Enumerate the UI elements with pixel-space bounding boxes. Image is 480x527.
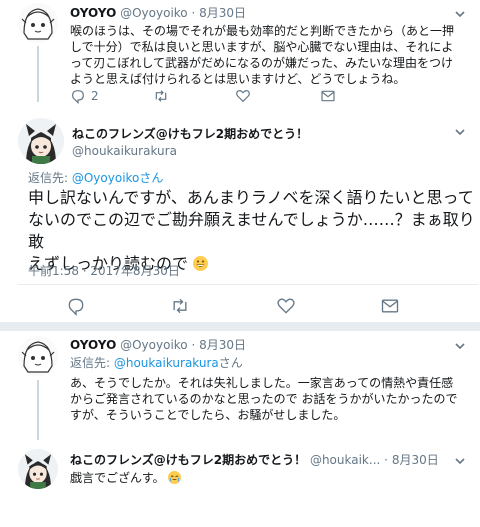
- separator-dot: ·: [191, 6, 196, 20]
- tweet2-handle-row: @houkaikurakura: [72, 143, 177, 159]
- reply-to-label: 返信先:: [70, 356, 114, 370]
- tweet1-header: OYOYO @Oyoyoiko · 8月30日: [70, 5, 246, 21]
- tweet-timestamp[interactable]: 午前1:58 · 2017年8月30日: [28, 263, 180, 279]
- mail-icon: [321, 90, 335, 102]
- tweet1-text: 喉のほうは、その場でそれが最も効率的だと判断できたから（あと一押 しで十分）で私…: [70, 24, 455, 86]
- reply-icon: [68, 298, 84, 316]
- reply-count: 2: [91, 89, 99, 103]
- author-name[interactable]: OYOYO: [70, 6, 116, 20]
- reply-context: 返信先: @houkaikurakuraさん: [70, 356, 243, 370]
- reply-to-label: 返信先:: [28, 171, 72, 185]
- tweet2-header: ねこのフレンズ@けもフレ2期おめでとう！: [72, 126, 308, 142]
- avatar-nekono-friends[interactable]: [18, 449, 58, 489]
- caret-down-icon[interactable]: [452, 338, 468, 354]
- like-button[interactable]: [276, 296, 296, 316]
- retweet-icon: [155, 90, 167, 102]
- author-handle[interactable]: @houkaik...: [310, 453, 380, 467]
- avatar-oyoyo[interactable]: [18, 336, 58, 376]
- tweet4-header: ねこのフレンズ@けもフレ2期おめでとう！ @houkaik... · 8月30日: [70, 452, 439, 468]
- separator-dot: ·: [191, 338, 196, 352]
- author-name[interactable]: OYOYO: [70, 338, 116, 352]
- retweet-button[interactable]: [153, 88, 169, 104]
- reply-context: 返信先: @Oyoyoikoさん: [28, 170, 163, 186]
- caret-down-icon[interactable]: [452, 124, 468, 140]
- like-icon: [277, 298, 295, 314]
- reply-to-handle[interactable]: @Oyoyoikoさん: [72, 171, 164, 185]
- like-icon: [236, 89, 250, 103]
- retweet-icon: [173, 298, 187, 314]
- reply-button[interactable]: 2: [70, 88, 99, 104]
- grin-emoji: [193, 256, 209, 271]
- thread-line: [37, 46, 39, 102]
- dm-button[interactable]: [380, 296, 400, 316]
- mail-icon: [381, 299, 399, 313]
- separator: [18, 284, 478, 285]
- caret-down-icon[interactable]: [452, 6, 468, 22]
- author-name[interactable]: ねこのフレンズ@けもフレ2期おめでとう！: [70, 453, 306, 467]
- like-button[interactable]: [235, 88, 251, 104]
- tweet2-text: 申し訳ないんですが、あんまりラノベを深く語りたいと思って ないのでこの辺でご勘弁…: [28, 188, 475, 273]
- avatar-nekono-friends[interactable]: [18, 118, 64, 164]
- author-handle[interactable]: @Oyoyoiko: [120, 338, 188, 352]
- tears-emoji: [168, 471, 182, 484]
- thread-divider: [0, 322, 480, 331]
- tweet-time[interactable]: 8月30日: [199, 6, 246, 20]
- thread-line: [37, 380, 39, 440]
- tweet-time[interactable]: 8月30日: [392, 453, 439, 467]
- retweet-button[interactable]: [170, 296, 190, 316]
- reply-to-handle[interactable]: @houkaikurakura: [114, 356, 219, 370]
- separator-dot: ·: [384, 453, 388, 467]
- dm-button[interactable]: [320, 88, 336, 104]
- caret-down-icon[interactable]: [452, 453, 468, 469]
- tweet3-header: OYOYO @Oyoyoiko · 8月30日: [70, 337, 246, 353]
- tweet3-text: あ、そうでしたか。それは失礼しました。一家言あっての情熱や責任感 からご発言され…: [70, 376, 458, 422]
- tweet4-text: 戯言でござんす。: [70, 470, 182, 486]
- author-handle[interactable]: @Oyoyoiko: [120, 6, 188, 20]
- reply-icon: [72, 90, 84, 104]
- author-name[interactable]: ねこのフレンズ@けもフレ2期おめでとう！: [72, 127, 308, 141]
- author-handle[interactable]: @houkaikurakura: [72, 144, 177, 158]
- avatar-oyoyo[interactable]: [18, 3, 58, 43]
- reply-button[interactable]: [66, 296, 86, 316]
- tweet-time[interactable]: 8月30日: [199, 338, 246, 352]
